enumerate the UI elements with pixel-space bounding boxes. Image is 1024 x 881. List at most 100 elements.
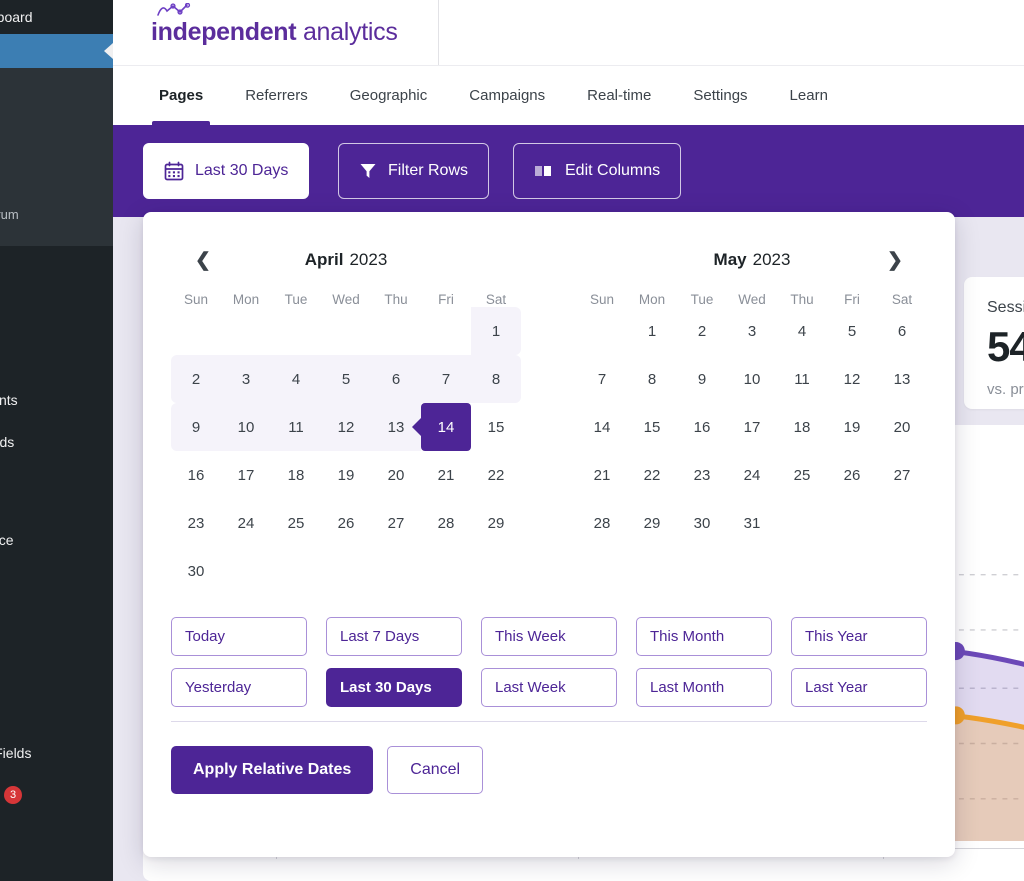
- preset-last-7-days[interactable]: Last 7 Days: [326, 617, 462, 656]
- calendar-day-23[interactable]: 23: [171, 499, 221, 547]
- calendar-day-3[interactable]: 3: [221, 355, 271, 403]
- calendar-day-7[interactable]: 7: [421, 355, 471, 403]
- calendar-day-29[interactable]: 29: [471, 499, 521, 547]
- sidebar-item-posts[interactable]: Posts: [0, 255, 113, 296]
- sidebar-item-downloads[interactable]: Downloads: [0, 421, 113, 464]
- calendar-day-31[interactable]: 31: [727, 499, 777, 547]
- preset-today[interactable]: Today: [171, 617, 307, 656]
- calendar-day-19[interactable]: 19: [827, 403, 877, 451]
- sidebar-subitem-reports[interactable]: Reports: [0, 68, 113, 98]
- sidebar-item-custom-fields[interactable]: Custom Fields: [0, 732, 113, 774]
- sidebar-item-pages[interactable]: Pages: [0, 337, 113, 379]
- calendar-day-22[interactable]: 22: [471, 451, 521, 499]
- calendar-day-2[interactable]: 2: [171, 355, 221, 403]
- calendar-day-5[interactable]: 5: [827, 307, 877, 355]
- calendar-day-12[interactable]: 12: [827, 355, 877, 403]
- tab-real-time[interactable]: Real-time: [566, 66, 672, 126]
- calendar-day-2[interactable]: 2: [677, 307, 727, 355]
- tab-campaigns[interactable]: Campaigns: [448, 66, 566, 126]
- sidebar-item-media[interactable]: Media: [0, 296, 113, 337]
- calendar-day-27[interactable]: 27: [877, 451, 927, 499]
- calendar-day-16[interactable]: 16: [677, 403, 727, 451]
- calendar-day-21[interactable]: 21: [421, 451, 471, 499]
- calendar-day-4[interactable]: 4: [271, 355, 321, 403]
- sidebar-item-with-badge[interactable]: 3: [0, 774, 113, 816]
- cancel-button[interactable]: Cancel: [387, 746, 484, 794]
- calendar-day-8[interactable]: 8: [627, 355, 677, 403]
- apply-relative-dates-button[interactable]: Apply Relative Dates: [171, 746, 374, 794]
- calendar-day-20[interactable]: 20: [877, 403, 927, 451]
- calendar-day-9[interactable]: 9: [677, 355, 727, 403]
- calendar-day-28[interactable]: 28: [577, 499, 627, 547]
- preset-this-week[interactable]: This Week: [481, 617, 617, 656]
- preset-last-month[interactable]: Last Month: [636, 668, 772, 707]
- calendar-day-9[interactable]: 9: [171, 403, 221, 451]
- calendar-day-26[interactable]: 26: [321, 499, 371, 547]
- sidebar-item-analytics[interactable]: Analytics: [0, 34, 113, 68]
- sidebar-item-tools[interactable]: Tools: [0, 646, 113, 689]
- sidebar-item-comments[interactable]: Comments: [0, 379, 113, 421]
- tab-pages[interactable]: Pages: [138, 66, 224, 126]
- calendar-day-3[interactable]: 3: [727, 307, 777, 355]
- preset-last-year[interactable]: Last Year: [791, 668, 927, 707]
- calendar-day-22[interactable]: 22: [627, 451, 677, 499]
- calendar-day-26[interactable]: 26: [827, 451, 877, 499]
- calendar-day-10[interactable]: 10: [221, 403, 271, 451]
- edit-columns-button[interactable]: Edit Columns: [513, 143, 682, 199]
- calendar-day-8[interactable]: 8: [471, 355, 521, 403]
- sidebar-item-users[interactable]: Users: [0, 604, 113, 646]
- calendar-day-6[interactable]: 6: [877, 307, 927, 355]
- calendar-day-14[interactable]: 14: [577, 403, 627, 451]
- calendar-day-12[interactable]: 12: [321, 403, 371, 451]
- preset-last-30-days[interactable]: Last 30 Days: [326, 668, 462, 707]
- sidebar-item-appearance[interactable]: Appearance: [0, 519, 113, 562]
- sidebar-subitem-support-forum[interactable]: Support Forum: [0, 198, 113, 232]
- date-range-button[interactable]: Last 30 Days: [143, 143, 310, 199]
- calendar-day-29[interactable]: 29: [627, 499, 677, 547]
- calendar-day-18[interactable]: 18: [271, 451, 321, 499]
- sidebar-item-forms[interactable]: Forms: [0, 464, 113, 507]
- calendar-day-5[interactable]: 5: [321, 355, 371, 403]
- calendar-day-4[interactable]: 4: [777, 307, 827, 355]
- preset-this-year[interactable]: This Year: [791, 617, 927, 656]
- preset-yesterday[interactable]: Yesterday: [171, 668, 307, 707]
- calendar-day-7[interactable]: 7: [577, 355, 627, 403]
- calendar-day-1[interactable]: 1: [627, 307, 677, 355]
- calendar-day-11[interactable]: 11: [271, 403, 321, 451]
- calendar-day-30[interactable]: 30: [677, 499, 727, 547]
- sidebar-subitem-track[interactable]: Track: [0, 98, 113, 132]
- calendar-day-15[interactable]: 15: [471, 403, 521, 451]
- calendar-day-16[interactable]: 16: [171, 451, 221, 499]
- calendar-day-30[interactable]: 30: [171, 547, 221, 595]
- sidebar-subitem-help-us[interactable]: Help Us: [0, 164, 113, 198]
- calendar-day-18[interactable]: 18: [777, 403, 827, 451]
- calendar-day-23[interactable]: 23: [677, 451, 727, 499]
- calendar-day-selected[interactable]: 14: [421, 403, 471, 451]
- calendar-day-25[interactable]: 25: [271, 499, 321, 547]
- sidebar-item-settings[interactable]: Settings: [0, 689, 113, 732]
- sidebar-item-dashboard[interactable]: Dashboard: [0, 0, 113, 34]
- calendar-day-17[interactable]: 17: [221, 451, 271, 499]
- calendar-day-24[interactable]: 24: [727, 451, 777, 499]
- preset-last-week[interactable]: Last Week: [481, 668, 617, 707]
- calendar-day-19[interactable]: 19: [321, 451, 371, 499]
- calendar-day-11[interactable]: 11: [777, 355, 827, 403]
- calendar-day-21[interactable]: 21: [577, 451, 627, 499]
- calendar-day-6[interactable]: 6: [371, 355, 421, 403]
- tab-learn[interactable]: Learn: [769, 66, 849, 126]
- preset-this-month[interactable]: This Month: [636, 617, 772, 656]
- calendar-day-1[interactable]: 1: [471, 307, 521, 355]
- calendar-day-24[interactable]: 24: [221, 499, 271, 547]
- calendar-day-10[interactable]: 10: [727, 355, 777, 403]
- calendar-day-17[interactable]: 17: [727, 403, 777, 451]
- sidebar-item-plugins[interactable]: Plugins: [0, 562, 113, 604]
- calendar-day-20[interactable]: 20: [371, 451, 421, 499]
- calendar-day-15[interactable]: 15: [627, 403, 677, 451]
- tab-settings[interactable]: Settings: [672, 66, 768, 126]
- calendar-day-27[interactable]: 27: [371, 499, 421, 547]
- tab-referrers[interactable]: Referrers: [224, 66, 329, 126]
- tab-geographic[interactable]: Geographic: [329, 66, 449, 126]
- calendar-day-13[interactable]: 13: [877, 355, 927, 403]
- calendar-day-25[interactable]: 25: [777, 451, 827, 499]
- calendar-day-28[interactable]: 28: [421, 499, 471, 547]
